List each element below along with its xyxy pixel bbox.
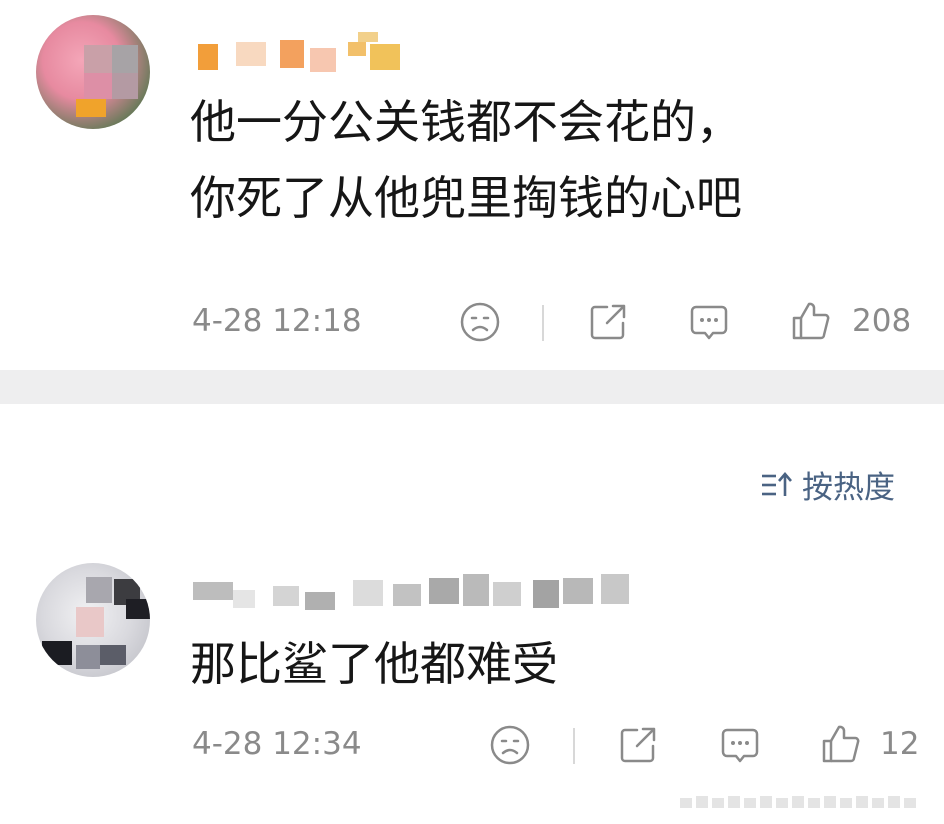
sad-face-icon[interactable] [459,301,501,343]
like-count: 12 [880,726,920,762]
comment-bubble-icon[interactable] [688,301,730,343]
watermark [680,790,930,816]
comment-text: 那比鲨了他都难受 [190,626,930,702]
username[interactable] [198,32,408,74]
avatar[interactable] [36,15,150,129]
section-divider [0,370,944,404]
comment-text-line: 你死了从他兜里掏钱的心吧 [190,171,742,225]
avatar[interactable] [36,563,150,677]
comment-text-line: 他一分公关钱都不会花的， [190,95,742,149]
comment-text-line: 那比鲨了他都难受 [190,637,558,691]
thumb-up-icon[interactable] [790,300,832,342]
sort-button[interactable]: 按热度 [760,462,895,507]
like-count: 208 [852,303,912,339]
comment-timestamp: 4-28 12:18 [192,303,362,339]
sad-face-icon[interactable] [489,724,531,766]
comment-bubble-icon[interactable] [719,724,761,766]
share-icon[interactable] [617,724,659,766]
divider [542,305,544,341]
username[interactable] [193,574,638,610]
sort-icon [762,471,792,496]
share-icon[interactable] [587,301,629,343]
thumb-up-icon[interactable] [820,723,862,765]
sort-label: 按热度 [802,470,895,506]
comment-timestamp: 4-28 12:34 [192,726,362,762]
comment-text: 他一分公关钱都不会花的， 你死了从他兜里掏钱的心吧 [190,84,930,236]
divider [573,728,575,764]
